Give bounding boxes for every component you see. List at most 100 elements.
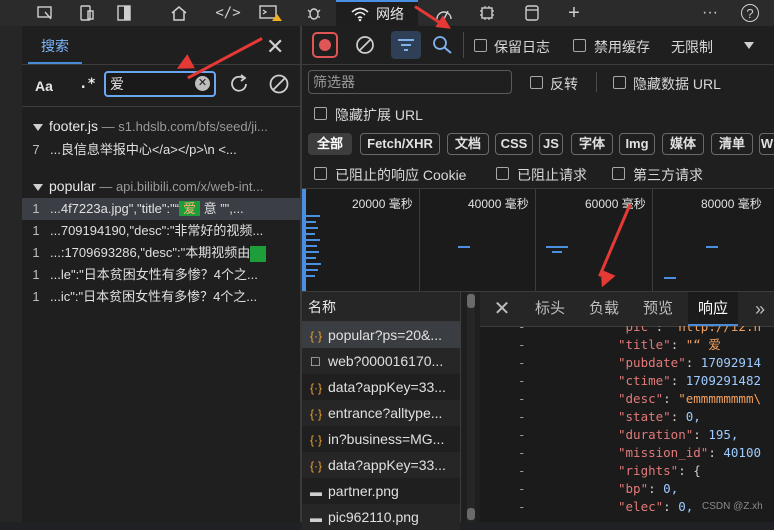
fold-marker: - xyxy=(518,463,526,478)
type-filter-doc[interactable]: 文档 xyxy=(447,133,489,155)
bug-icon[interactable] xyxy=(302,0,326,26)
result-line[interactable]: 7 ...良信息举报中心</a></p>\n <... xyxy=(22,139,302,161)
waterfall-bar xyxy=(552,251,562,253)
type-filter-manifest[interactable]: 清单 xyxy=(711,133,753,155)
search-icon[interactable] xyxy=(432,35,454,58)
scroll-thumb[interactable] xyxy=(467,508,475,520)
record-button[interactable] xyxy=(312,32,338,58)
wifi-icon xyxy=(351,7,369,22)
fold-marker: - xyxy=(518,481,526,496)
blocked-requests-checkbox[interactable] xyxy=(496,167,509,180)
hide-data-url-checkbox[interactable] xyxy=(613,76,626,89)
request-row[interactable]: ▬ pic962110.png xyxy=(302,504,460,530)
type-filter-font[interactable]: 字体 xyxy=(571,133,613,155)
clear-log-icon[interactable] xyxy=(355,35,375,58)
type-filter-css[interactable]: CSS xyxy=(495,133,533,155)
request-row[interactable]: ☐ web?000016170... xyxy=(302,348,460,374)
chevrons-right-icon[interactable]: » xyxy=(746,292,774,326)
filter-input[interactable]: 筛选器 xyxy=(308,70,512,94)
expand-triangle-icon[interactable] xyxy=(33,124,43,131)
response-body[interactable]: - "pic": "http://i2.h - "title": "“ 爱 - "pubd… xyxy=(480,326,774,522)
hide-ext-url-checkbox[interactable] xyxy=(314,107,327,120)
overview-timeline[interactable]: 20000 毫秒 40000 毫秒 60000 毫秒 80000 毫秒 xyxy=(302,188,774,292)
type-filter-js[interactable]: JS xyxy=(539,133,563,155)
request-row[interactable]: {·} popular?ps=20&... xyxy=(302,322,460,348)
request-row[interactable]: ▬ partner.png xyxy=(302,478,460,504)
invert-checkbox[interactable] xyxy=(530,76,543,89)
third-party-checkbox[interactable] xyxy=(612,167,625,180)
disable-cache-checkbox[interactable] xyxy=(573,39,586,52)
type-filter-all[interactable]: 全部 xyxy=(308,133,352,155)
tab-payload[interactable]: 负载 xyxy=(582,292,626,326)
close-icon[interactable]: ✕ xyxy=(266,36,284,58)
tab-preview[interactable]: 预览 xyxy=(636,292,680,326)
memory-icon[interactable] xyxy=(476,0,498,26)
json-key: "state" xyxy=(618,409,671,424)
result-file-name: popular xyxy=(49,178,96,194)
tab-network[interactable]: 网络 xyxy=(336,0,418,26)
request-list-scrollbar[interactable] xyxy=(467,292,475,522)
clear-results-icon[interactable] xyxy=(268,73,290,98)
request-row[interactable]: {·} entrance?alltype... xyxy=(302,400,460,426)
request-row[interactable]: {·} data?appKey=33... xyxy=(302,452,460,478)
json-key: "ctime" xyxy=(618,373,671,388)
divider xyxy=(596,72,597,92)
hide-ext-url-label: 隐藏扩展 URL xyxy=(335,107,423,123)
chevron-down-icon[interactable] xyxy=(744,42,754,49)
request-row[interactable]: {·} in?business=MG... xyxy=(302,426,460,452)
result-file-header[interactable]: popular — api.bilibili.com/x/web-int... xyxy=(49,178,263,194)
console-icon[interactable] xyxy=(258,0,284,26)
close-detail-icon[interactable]: ✕ xyxy=(488,292,516,326)
help-button[interactable]: ? xyxy=(738,0,762,26)
waterfall-bar xyxy=(306,233,315,235)
result-line[interactable]: 1 ...709194190,"desc":"非常好的视频... xyxy=(22,220,302,242)
type-filter-img[interactable]: Img xyxy=(619,133,655,155)
json-key: "pic" xyxy=(618,326,656,334)
clear-search-icon[interactable]: ✕ xyxy=(195,76,210,91)
divider xyxy=(302,64,774,65)
line-text-pre: ...4f7223a.jpg","title":"“ xyxy=(50,201,180,216)
search-field[interactable]: ✕ xyxy=(104,71,216,97)
home-icon[interactable] xyxy=(168,0,190,26)
inspect-icon[interactable] xyxy=(34,0,56,26)
application-icon[interactable] xyxy=(522,0,542,26)
json-key: "bp" xyxy=(618,481,649,496)
image-icon: ▬ xyxy=(310,511,322,525)
waterfall-bar xyxy=(546,246,568,248)
fold-marker: - xyxy=(518,445,526,460)
refresh-icon[interactable] xyxy=(228,73,250,98)
result-line[interactable]: 1 ...le":"日本贫困女性有多惨？4个之... xyxy=(22,264,302,286)
tab-response[interactable]: 响应 xyxy=(688,292,738,326)
tab-network-label: 网络 xyxy=(376,6,404,22)
result-line[interactable]: 1 ...:1709693286,"desc":"本期视频由 xyxy=(22,242,302,264)
name-column-header[interactable]: 名称 xyxy=(302,292,460,322)
expand-triangle-icon[interactable] xyxy=(33,184,43,191)
filter-toggle-button[interactable] xyxy=(391,31,421,59)
fold-marker: - xyxy=(518,391,526,406)
more-icon[interactable]: ··· xyxy=(698,0,722,26)
search-input[interactable] xyxy=(106,73,190,95)
request-row[interactable]: {·} data?appKey=33... xyxy=(302,374,460,400)
scroll-thumb[interactable] xyxy=(467,294,475,308)
preserve-log-checkbox[interactable] xyxy=(474,39,487,52)
request-name: pic962110.png xyxy=(328,509,419,525)
tab-search[interactable]: 搜索 xyxy=(28,34,82,64)
json-colon: : xyxy=(693,427,701,442)
device-toggle-icon[interactable] xyxy=(76,0,98,26)
tab-headers[interactable]: 标头 xyxy=(528,292,572,326)
waterfall-bar xyxy=(706,246,718,248)
result-line-selected[interactable]: 1 ...4f7223a.jpg","title":"“ 爱 意 ”",... xyxy=(22,198,302,220)
type-filter-ws[interactable]: W xyxy=(759,133,774,155)
type-filter-fetch[interactable]: Fetch/XHR xyxy=(360,133,440,155)
elements-icon[interactable]: </> xyxy=(215,0,241,26)
sidebar-toggle-icon[interactable] xyxy=(114,0,134,26)
throttle-select[interactable]: 无限制 xyxy=(671,37,713,57)
result-file-header[interactable]: footer.js — s1.hdslb.com/bfs/seed/ji... xyxy=(49,118,268,134)
blocked-cookies-checkbox[interactable] xyxy=(314,167,327,180)
match-case-button[interactable]: Aa xyxy=(35,78,53,94)
result-line[interactable]: 1 ...ic":"日本贫困女性有多惨？4个之... xyxy=(22,286,302,308)
regex-button[interactable]: .* xyxy=(79,76,96,92)
add-tool-icon[interactable]: + xyxy=(563,0,585,26)
type-filter-media[interactable]: 媒体 xyxy=(662,133,704,155)
waterfall-bar xyxy=(664,277,676,279)
